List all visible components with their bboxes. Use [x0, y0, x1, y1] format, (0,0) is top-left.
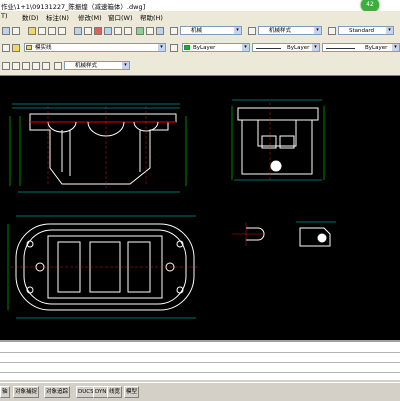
text-a-icon[interactable]	[22, 62, 30, 70]
save-icon[interactable]	[146, 27, 154, 35]
text-style-select[interactable]: 机械 ▾	[180, 26, 242, 35]
status-lwt[interactable]: 线宽	[107, 386, 123, 398]
annotation-toolbar: 机械样式 ▾	[0, 57, 400, 76]
table-style-select[interactable]: Standard ▾	[338, 26, 394, 35]
menu-draw[interactable]: 数(D)	[22, 12, 39, 22]
markup-icon[interactable]	[114, 27, 122, 35]
undo-icon[interactable]	[2, 27, 10, 35]
dim-angular-icon[interactable]	[42, 62, 50, 70]
tool-palette-icon[interactable]	[94, 27, 102, 35]
menu-modify[interactable]: 修改(M)	[78, 12, 102, 22]
cad-drawing	[7, 99, 336, 319]
properties-icon[interactable]	[74, 27, 82, 35]
detail-view-a	[232, 222, 265, 246]
pan-icon[interactable]	[28, 27, 36, 35]
zoom-previous-icon[interactable]	[58, 27, 66, 35]
color-swatch-icon	[184, 45, 190, 50]
zoom-window-icon[interactable]	[48, 27, 56, 35]
sheet-set-icon[interactable]	[104, 27, 112, 35]
dim-aligned-icon[interactable]	[12, 62, 20, 70]
detail-view-b	[296, 221, 336, 247]
dim-style-select[interactable]: 机械样式 ▾	[258, 26, 322, 35]
dim-radius-icon[interactable]	[32, 62, 40, 70]
plan-view	[7, 215, 200, 319]
menu-tools[interactable]: T)	[1, 12, 8, 20]
menu-help[interactable]: 帮助(H)	[140, 12, 163, 22]
design-center-icon[interactable]	[84, 27, 92, 35]
drawing-canvas[interactable]	[0, 76, 400, 340]
status-osnap[interactable]: 对象捕捉	[13, 386, 40, 398]
print-icon[interactable]	[156, 27, 164, 35]
table-style-icon[interactable]	[328, 27, 336, 35]
status-model[interactable]: 模型	[124, 386, 140, 398]
quickcalc-icon[interactable]	[124, 27, 132, 35]
menu-window[interactable]: 窗口(W)	[108, 12, 133, 22]
lineweight-select[interactable]: ByLayer ▾	[322, 43, 400, 52]
layer-manager-icon[interactable]	[2, 44, 10, 52]
status-ortho[interactable]: 轴	[0, 386, 10, 398]
side-view	[231, 99, 325, 182]
window-title: 作业\1+1\09131227_陈振煌（减速箱体）.dwg]	[1, 3, 146, 11]
help-icon[interactable]	[136, 27, 144, 35]
layers-toolbar: 模实线 ▾ ByLayer ▾ ByLayer ▾ ByLayer ▾	[0, 40, 400, 58]
dim-linear-icon[interactable]	[2, 62, 10, 70]
redo-icon[interactable]	[12, 27, 20, 35]
menu-dimension[interactable]: 标注(N)	[46, 12, 69, 22]
annotation-style-select[interactable]: 机械样式 ▾	[64, 61, 130, 70]
front-view	[9, 103, 187, 193]
sun-icon	[26, 45, 32, 50]
layer-bulb-icon[interactable]	[12, 44, 20, 52]
zoom-realtime-icon[interactable]	[38, 27, 46, 35]
status-otrack[interactable]: 对象追踪	[44, 386, 71, 398]
command-line[interactable]	[0, 340, 400, 380]
annot-style-icon[interactable]	[54, 62, 62, 70]
dim-style-icon[interactable]	[248, 27, 256, 35]
make-current-layer-icon[interactable]	[170, 44, 178, 52]
color-select[interactable]: ByLayer ▾	[182, 43, 250, 52]
text-style-icon[interactable]	[170, 27, 178, 35]
status-bar: 轴 对象捕捉 对象追踪 DUCS DYN 线宽 模型	[0, 382, 400, 401]
linetype-select[interactable]: ByLayer ▾	[252, 43, 320, 52]
standard-toolbar: 机械 ▾ 机械样式 ▾ Standard ▾	[0, 22, 400, 41]
layer-select[interactable]: 模实线 ▾	[24, 43, 166, 52]
